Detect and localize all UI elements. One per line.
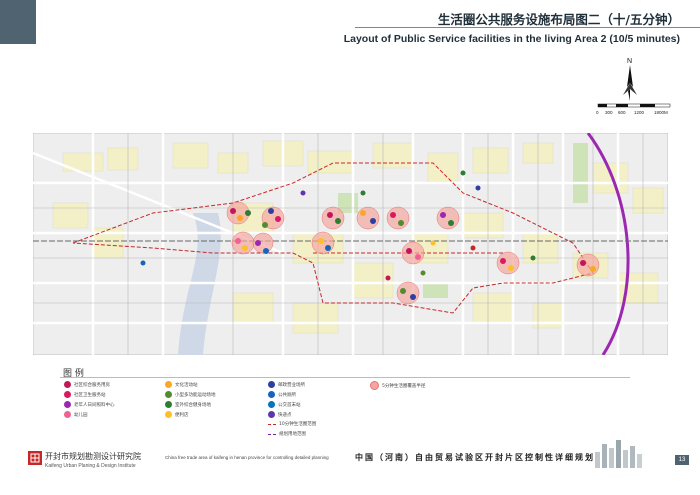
north-arrow-icon: N <box>623 58 637 101</box>
legend-item: 规划用地范围 <box>268 431 306 437</box>
legend <box>60 377 630 442</box>
title-divider <box>355 27 700 28</box>
institute-logo-icon <box>28 451 42 465</box>
project-name-cn: 中国（河南）自由贸易试验区开封片区控制性详细规划 <box>355 453 595 462</box>
legend-dot-icon <box>64 381 71 388</box>
scale-tick-1: 300 <box>605 110 613 115</box>
legend-item: 社区综合服务用房 <box>64 381 110 388</box>
legend-dot-icon <box>268 381 275 388</box>
decorative-bars-graphic <box>595 440 642 468</box>
project-name-en: China free trade area of kaifeng in hena… <box>165 455 329 460</box>
legend-item: 公共厕所 <box>268 391 296 398</box>
legend-dot-icon <box>165 401 172 408</box>
legend-item: 老年人日间照料中心 <box>64 401 115 408</box>
scale-tick-2: 600 <box>618 110 626 115</box>
legend-item: 室外综合健身场地 <box>165 401 211 408</box>
legend-dot-icon <box>268 391 275 398</box>
legend-item: 幼儿园 <box>64 411 88 418</box>
legend-dot-icon <box>64 411 71 418</box>
institute-name-cn: 开封市规划勘测设计研究院 <box>45 452 141 461</box>
legend-item: 文化活动站 <box>165 381 198 388</box>
legend-item: 快递点 <box>268 411 292 418</box>
scale-bar: 0 300 600 1200 1800M <box>596 103 671 115</box>
page-title-en: Layout of Public Service facilities in t… <box>343 33 680 45</box>
legend-dot-icon <box>268 411 275 418</box>
scale-tick-0: 0 <box>596 110 599 115</box>
legend-item: 邮政营业场所 <box>268 381 305 388</box>
legend-dot-icon <box>64 391 71 398</box>
institute-name-en: Kaifeng Urban Planing & Design Institute <box>45 463 136 469</box>
legend-item: 公交首末站 <box>268 401 301 408</box>
scale-tick-3: 1200 <box>634 110 645 115</box>
legend-item: 10分钟生活圈范围 <box>268 421 316 427</box>
legend-dash-icon <box>268 423 276 425</box>
legend-item: 小型多功能运动场地 <box>165 391 216 398</box>
legend-dot-icon <box>165 391 172 398</box>
north-label: N <box>627 58 632 65</box>
page-number: 13 <box>675 455 689 465</box>
legend-item: 便利店 <box>165 411 189 418</box>
scale-tick-4: 1800M <box>654 110 668 115</box>
legend-item: 5分钟生活圈覆盖半径 <box>370 381 425 390</box>
legend-dot-icon <box>268 401 275 408</box>
legend-circle-icon <box>370 381 379 390</box>
legend-item: 社区卫生服务站 <box>64 391 106 398</box>
legend-dash-icon <box>268 433 276 435</box>
page-title-cn: 生活圈公共服务设施布局图二（十/五分钟） <box>437 12 680 27</box>
header-accent-bar <box>0 0 36 44</box>
legend-dot-icon <box>64 401 71 408</box>
legend-dot-icon <box>165 381 172 388</box>
service-facility-map <box>33 133 668 355</box>
legend-dot-icon <box>165 411 172 418</box>
